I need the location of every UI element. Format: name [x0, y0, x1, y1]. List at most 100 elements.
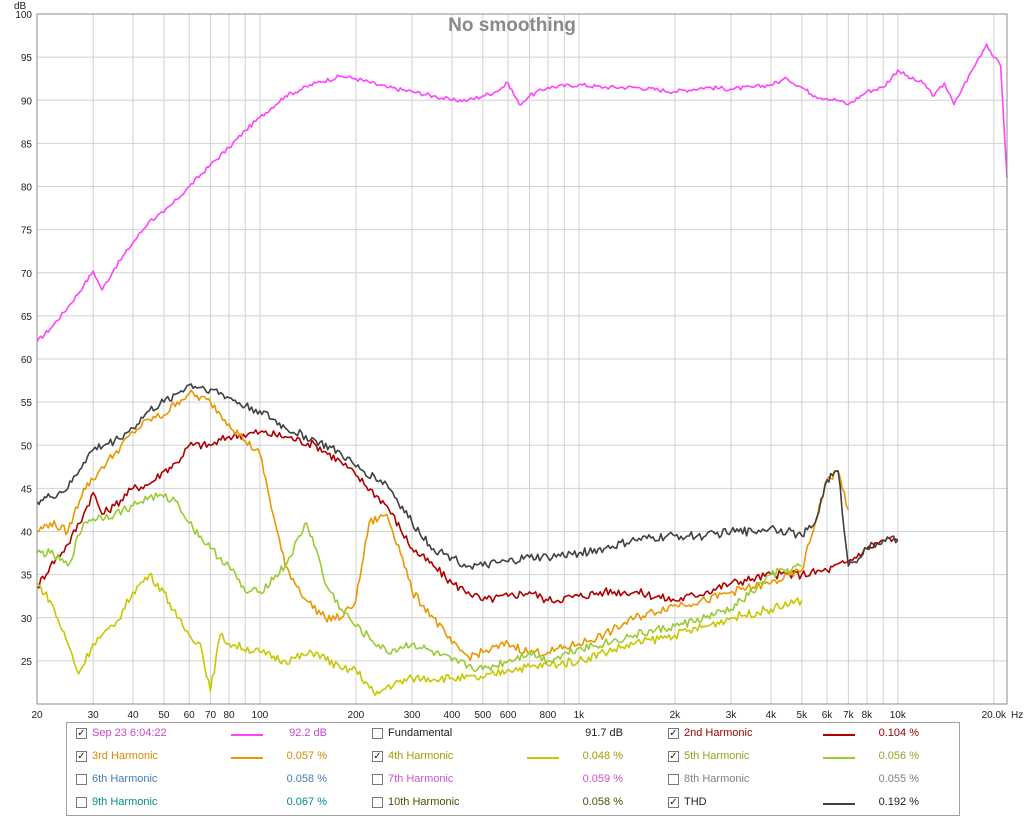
x-tick-label: 20.0k [982, 710, 1007, 721]
legend-item-value: 0.048 % [582, 750, 623, 762]
legend-item-name: 10th Harmonic [388, 796, 460, 808]
x-tick-label: 8k [862, 710, 874, 721]
legend-item: ✓ 3rd Harmonic 0.057 % [67, 746, 363, 769]
y-tick-label: 40 [21, 528, 33, 539]
legend-row: ✓ 3rd Harmonic 0.057 % ✓ 4th Harmonic 0.048 %… [67, 746, 959, 769]
legend-item-name: 4th Harmonic [388, 750, 454, 762]
x-tick-label: 400 [444, 710, 461, 721]
legend-checkbox[interactable]: ✓ [76, 751, 87, 762]
y-axis-unit: dB [14, 1, 27, 12]
legend-checkbox[interactable]: ✓ [668, 751, 679, 762]
legend-item-name: 3rd Harmonic [92, 750, 159, 762]
legend-line-swatch [527, 757, 559, 759]
y-tick-label: 85 [21, 139, 33, 150]
legend-item-name: 6th Harmonic [92, 773, 158, 785]
legend-item-value: 0.192 % [878, 796, 919, 808]
legend-checkbox[interactable]: ✓ [372, 751, 383, 762]
series-group [36, 43, 1008, 697]
legend-line-swatch [823, 734, 855, 736]
x-tick-label: 10k [890, 710, 907, 721]
x-tick-label: 4k [766, 710, 778, 721]
legend-item-name: Sep 23 6:04:22 [92, 727, 167, 739]
x-tick-label: 30 [88, 710, 100, 721]
grid [36, 13, 1007, 704]
y-tick-label: 95 [21, 53, 33, 64]
x-tick-label: 80 [223, 710, 235, 721]
legend-row: 9th Harmonic 0.067 % 10th Harmonic 0.058 % ✓… [67, 792, 959, 815]
legend-item: ✓ Sep 23 6:04:22 92.2 dB [67, 723, 363, 746]
y-tick-label: 55 [21, 398, 33, 409]
series-line-thd [36, 383, 899, 570]
x-tick-label: 1k [574, 710, 586, 721]
legend-item: 6th Harmonic 0.058 % [67, 769, 363, 792]
legend-item: 10th Harmonic 0.058 % [363, 792, 659, 815]
x-tick-label: 40 [127, 710, 139, 721]
legend-item-value: 0.056 % [878, 750, 919, 762]
series-line-h2 [36, 429, 899, 604]
x-tick-label: 6k [822, 710, 834, 721]
x-tick-label: 50 [158, 710, 170, 721]
y-tick-label: 25 [21, 657, 33, 668]
legend-item-name: 5th Harmonic [684, 750, 750, 762]
legend-item-value: 0.104 % [878, 727, 919, 739]
legend-item-value: 0.067 % [286, 796, 327, 808]
x-tick-label: 500 [474, 710, 491, 721]
x-tick-label: 200 [348, 710, 365, 721]
legend-checkbox[interactable] [372, 728, 383, 739]
legend-item-name: THD [684, 796, 707, 808]
legend-item: ✓ 5th Harmonic 0.056 % [659, 746, 955, 769]
y-tick-label: 60 [21, 355, 33, 366]
x-tick-label: 20 [31, 710, 43, 721]
legend-item: 9th Harmonic 0.067 % [67, 792, 363, 815]
legend-item: ✓ THD 0.192 % [659, 792, 955, 815]
legend-item-value: 0.059 % [582, 773, 623, 785]
y-tick-label: 90 [21, 96, 33, 107]
legend-line-swatch [231, 734, 263, 736]
legend-item-name: 2nd Harmonic [684, 727, 753, 739]
legend-checkbox[interactable]: ✓ [76, 728, 87, 739]
legend-checkbox[interactable] [668, 774, 679, 785]
x-tick-label: 600 [500, 710, 517, 721]
y-tick-label: 35 [21, 571, 33, 582]
legend-line-swatch [231, 757, 263, 759]
legend-row: ✓ Sep 23 6:04:22 92.2 dB Fundamental 91.7 dB… [67, 723, 959, 746]
legend-item: 7th Harmonic 0.059 % [363, 769, 659, 792]
x-tick-label: 3k [726, 710, 738, 721]
y-tick-label: 30 [21, 614, 33, 625]
legend-item-value: 0.055 % [878, 773, 919, 785]
y-tick-label: 70 [21, 269, 33, 280]
legend-item-name: 8th Harmonic [684, 773, 750, 785]
legend-line-swatch [823, 803, 855, 805]
legend-checkbox[interactable]: ✓ [668, 728, 679, 739]
x-tick-label: 800 [540, 710, 557, 721]
legend-item-value: 0.058 % [286, 773, 327, 785]
y-tick-label: 75 [21, 226, 33, 237]
legend-item-value: 0.058 % [582, 796, 623, 808]
legend-row: 6th Harmonic 0.058 % 7th Harmonic 0.059 % 8t… [67, 769, 959, 792]
legend-item: ✓ 4th Harmonic 0.048 % [363, 746, 659, 769]
legend-checkbox[interactable] [76, 797, 87, 808]
legend-panel: ✓ Sep 23 6:04:22 92.2 dB Fundamental 91.7 dB… [66, 722, 960, 816]
legend-checkbox[interactable] [76, 774, 87, 785]
legend-item-name: 9th Harmonic [92, 796, 158, 808]
legend-item-name: 7th Harmonic [388, 773, 454, 785]
y-tick-label: 45 [21, 484, 33, 495]
legend-checkbox[interactable]: ✓ [668, 797, 679, 808]
series-line-fund [36, 43, 1008, 343]
frequency-response-chart: 25 30 35 40 45 50 55 60 65 70 75 80 85 90 95 100 20 30 40 5… [14, 1, 1023, 721]
legend-item-value: 92.2 dB [289, 727, 327, 739]
x-tick-label: 300 [404, 710, 421, 721]
x-tick-label: 2k [670, 710, 682, 721]
chart-title: No smoothing [448, 15, 576, 36]
legend-item-value: 91.7 dB [585, 727, 623, 739]
series-line-h4 [36, 572, 803, 697]
legend-checkbox[interactable] [372, 774, 383, 785]
x-tick-label: 60 [184, 710, 196, 721]
legend-item: Fundamental 91.7 dB [363, 723, 659, 746]
legend-checkbox[interactable] [372, 797, 383, 808]
x-tick-label: 5k [797, 710, 809, 721]
series-line-h5 [36, 492, 802, 673]
y-tick-label: 80 [21, 183, 33, 194]
legend-item: ✓ 2nd Harmonic 0.104 % [659, 723, 955, 746]
legend-item-name: Fundamental [388, 727, 453, 739]
